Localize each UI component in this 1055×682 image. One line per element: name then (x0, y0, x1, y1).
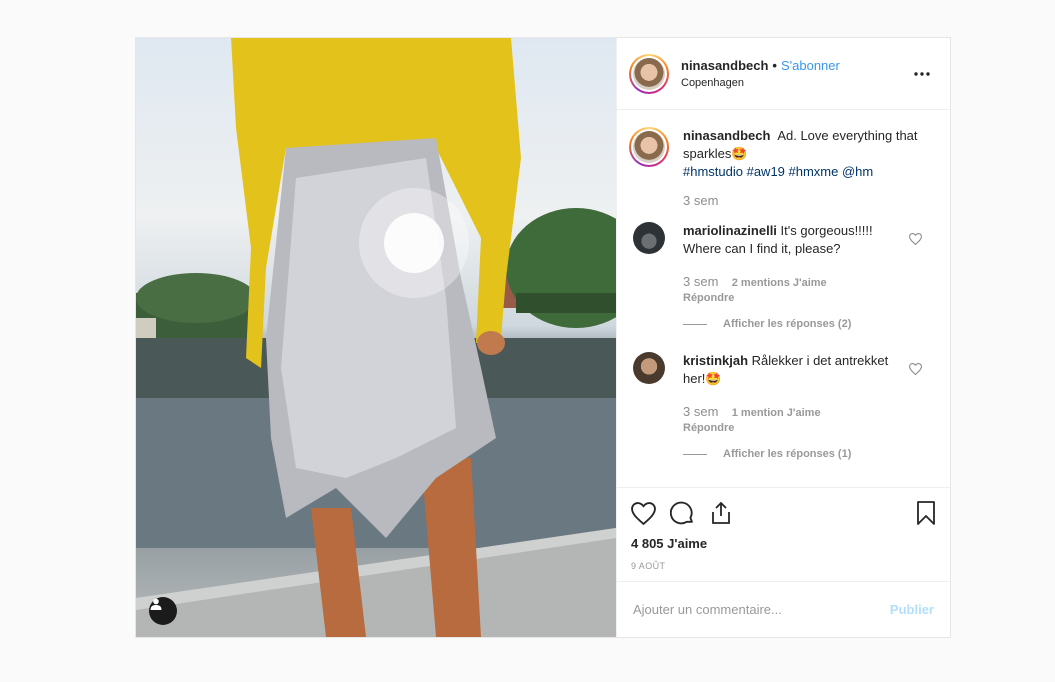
replies-divider (683, 323, 707, 325)
post-date[interactable]: 9 AOÛT (631, 561, 936, 571)
post-location[interactable]: Copenhagen (681, 77, 910, 89)
commenter-avatar[interactable] (633, 352, 665, 384)
like-comment-heart-icon[interactable] (908, 232, 923, 250)
caption-hashtags[interactable]: #hmstudio #aw19 #hmxme @hm (683, 164, 873, 179)
comment-item: kristinkjah Rålekker i det antrekket her… (629, 352, 934, 460)
view-replies-label: Afficher les réponses (1) (723, 448, 852, 460)
caption-emoji: 🤩 (731, 146, 748, 161)
author-username[interactable]: ninasandbech (681, 58, 768, 73)
commenter-username[interactable]: mariolinazinelli (683, 223, 777, 238)
post-header: ninasandbech • S'abonner Copenhagen (617, 38, 950, 110)
share-icon[interactable] (709, 501, 733, 525)
commenter-avatar[interactable] (633, 222, 665, 254)
comment-likes[interactable]: 1 mention J'aime (732, 407, 821, 419)
comment-time[interactable]: 3 sem (683, 404, 718, 419)
caption-username[interactable]: ninasandbech (683, 128, 770, 143)
likes-count[interactable]: 4 805 J'aime (631, 536, 936, 551)
separator: • (772, 58, 777, 73)
post-caption: ninasandbech Ad. Love everything that sp… (629, 127, 934, 208)
more-options-icon[interactable] (910, 62, 934, 86)
post-photo[interactable] (136, 38, 616, 637)
comment-input[interactable] (633, 602, 890, 617)
post-side-panel: ninasandbech • S'abonner Copenhagen nina… (616, 38, 950, 637)
reply-button[interactable]: Répondre (683, 292, 903, 304)
comment-bubble-icon[interactable] (670, 501, 695, 526)
commenter-username[interactable]: kristinkjah (683, 353, 748, 368)
caption-time[interactable]: 3 sem (683, 193, 718, 208)
comment-item: mariolinazinelli It's gorgeous!!!!! Wher… (629, 222, 934, 330)
reply-button[interactable]: Répondre (683, 422, 903, 434)
comment-emoji: 🤩 (705, 371, 722, 386)
comment-time[interactable]: 3 sem (683, 274, 718, 289)
like-heart-icon[interactable] (631, 501, 656, 525)
view-replies-label: Afficher les réponses (2) (723, 318, 852, 330)
follow-button[interactable]: S'abonner (781, 58, 840, 73)
post-actions: 4 805 J'aime 9 AOÛT (617, 487, 950, 582)
publish-button[interactable]: Publier (890, 602, 934, 617)
like-comment-heart-icon[interactable] (908, 362, 923, 380)
comment-likes[interactable]: 2 mentions J'aime (732, 277, 827, 289)
view-replies-button[interactable]: Afficher les réponses (2) (683, 318, 903, 330)
photo-illustration (136, 38, 616, 637)
author-avatar[interactable] (629, 53, 669, 94)
replies-divider (683, 453, 707, 455)
view-replies-button[interactable]: Afficher les réponses (1) (683, 448, 903, 460)
tagged-user-icon[interactable] (149, 597, 177, 625)
bookmark-icon[interactable] (916, 500, 936, 526)
instagram-post: ninasandbech • S'abonner Copenhagen nina… (135, 37, 951, 638)
add-comment-bar: Publier (617, 581, 950, 637)
caption-avatar[interactable] (629, 127, 669, 167)
comments-list[interactable]: ninasandbech Ad. Love everything that sp… (617, 111, 950, 487)
